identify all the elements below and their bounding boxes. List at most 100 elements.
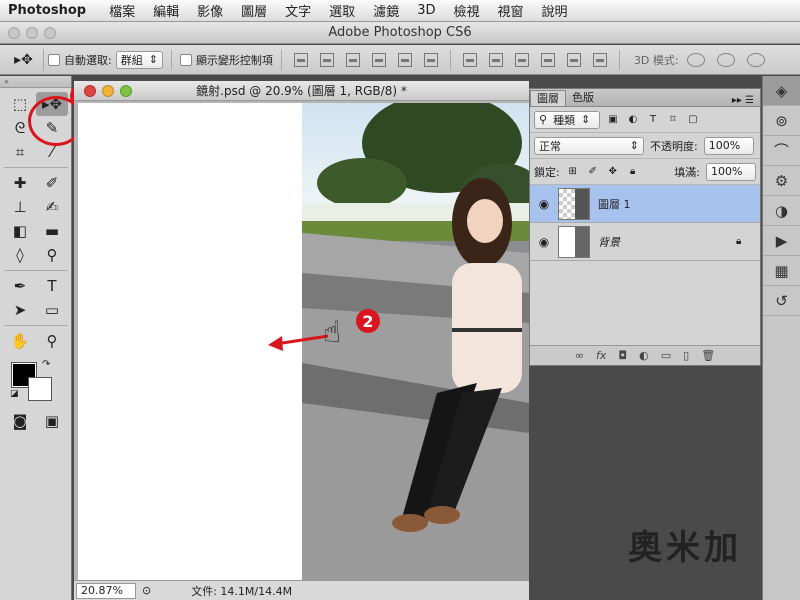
filter-adjust-icon[interactable]: ◐ [626, 114, 640, 126]
menu-filter[interactable]: 濾鏡 [364, 1, 408, 20]
distribute-right-icon[interactable] [592, 52, 607, 67]
history-panel-icon[interactable]: ↺ [763, 286, 800, 316]
rectangle-tool-icon[interactable]: ▭ [36, 298, 68, 322]
auto-select-checkbox[interactable]: 自動選取: [48, 52, 112, 68]
3d-pan-icon[interactable] [746, 52, 765, 67]
swap-colors-icon[interactable]: ↷ [42, 359, 50, 370]
menu-file[interactable]: 檔案 [100, 1, 144, 20]
eraser-tool-icon[interactable]: ◧ [4, 219, 36, 243]
layers-panel-icon[interactable]: ◈ [763, 76, 800, 106]
properties-panel-icon[interactable]: ⚙ [763, 166, 800, 196]
type-tool-icon[interactable]: T [36, 274, 68, 298]
align-left-icon[interactable] [371, 52, 386, 67]
visibility-eye-icon[interactable]: ◉ [530, 197, 558, 211]
new-group-icon[interactable]: ▭ [661, 349, 671, 362]
3d-roll-icon[interactable] [716, 52, 735, 67]
quick-mask-icon[interactable]: ◙ [4, 409, 36, 433]
menu-layer[interactable]: 圖層 [232, 1, 276, 20]
clone-stamp-tool-icon[interactable]: ⊥ [4, 195, 36, 219]
fx-icon[interactable]: fx [596, 349, 606, 362]
lock-all-icon[interactable]: 🔒︎ [626, 166, 640, 178]
menu-3d[interactable]: 3D [408, 3, 444, 18]
filter-shape-icon[interactable]: ⌑ [666, 114, 680, 126]
distribute-vcenter-icon[interactable] [488, 52, 503, 67]
minimize-button[interactable] [26, 27, 38, 39]
menu-edit[interactable]: 編輯 [144, 1, 188, 20]
panel-grip[interactable]: » [0, 76, 71, 88]
hand-tool-icon[interactable]: ✋ [4, 329, 36, 353]
panel-menu-icon[interactable]: ▸▸ ☰ [726, 95, 760, 106]
menu-select[interactable]: 選取 [320, 1, 364, 20]
screen-mode-icon[interactable]: ▣ [36, 409, 68, 433]
menu-type[interactable]: 文字 [276, 1, 320, 20]
checkbox-icon[interactable] [48, 53, 60, 66]
distribute-top-icon[interactable] [462, 52, 477, 67]
move-tool-preset-icon[interactable]: ▸✥ [4, 48, 44, 71]
menu-view[interactable]: 檢視 [444, 1, 488, 20]
fill-field[interactable]: 100% [706, 162, 756, 181]
tab-channels[interactable]: 色版 [566, 90, 600, 106]
distribute-hcenter-icon[interactable] [566, 52, 581, 67]
actions-panel-icon[interactable]: ▶ [763, 226, 800, 256]
layer-name[interactable]: 圖層 1 [598, 196, 760, 212]
menu-help[interactable]: 說明 [533, 1, 577, 20]
filter-pixel-icon[interactable]: ▣ [606, 114, 620, 126]
gradient-tool-icon[interactable]: ▬ [36, 219, 68, 243]
status-menu-icon[interactable]: ⊙ [142, 584, 151, 597]
zoom-tool-icon[interactable]: ⚲ [36, 329, 68, 353]
add-mask-icon[interactable]: ◘ [618, 349, 627, 362]
distribute-bottom-icon[interactable] [514, 52, 529, 67]
filter-type-icon[interactable]: T [646, 114, 660, 126]
menu-window[interactable]: 視窗 [489, 1, 533, 20]
menu-image[interactable]: 影像 [188, 1, 232, 20]
channels-panel-icon[interactable]: ⊚ [763, 106, 800, 136]
close-button[interactable] [8, 27, 20, 39]
canvas[interactable]: ☝ 2 [78, 103, 529, 580]
align-vcenter-icon[interactable] [319, 52, 334, 67]
zoom-level-field[interactable]: 20.87% [76, 582, 136, 599]
checkbox-icon[interactable] [179, 53, 192, 66]
dodge-tool-icon[interactable]: ⚲ [36, 243, 68, 267]
doc-minimize-button[interactable] [102, 85, 114, 97]
layer-row[interactable]: ◉ 圖層 1 [530, 185, 760, 223]
auto-select-dropdown[interactable]: 群組 ⇕ [115, 50, 163, 69]
align-right-icon[interactable] [423, 52, 438, 67]
tab-layers[interactable]: 圖層 [530, 90, 566, 106]
blur-tool-icon[interactable]: ◊ [4, 243, 36, 267]
background-color-swatch[interactable] [28, 377, 52, 401]
lock-image-icon[interactable]: ✐ [586, 166, 600, 178]
zoom-button[interactable] [44, 27, 56, 39]
visibility-eye-icon[interactable]: ◉ [530, 235, 558, 249]
crop-tool-icon[interactable]: ⌗ [4, 140, 36, 164]
adjustment-layer-icon[interactable]: ◐ [639, 349, 649, 362]
layer-name[interactable]: 背景 [598, 234, 736, 250]
filter-smart-icon[interactable]: ▢ [686, 114, 700, 126]
lock-transparent-icon[interactable]: ⊞ [566, 166, 580, 178]
link-layers-icon[interactable]: ∞ [575, 349, 584, 362]
trash-icon[interactable]: 🗑︎ [701, 349, 715, 362]
swatches-panel-icon[interactable]: ▦ [763, 256, 800, 286]
doc-zoom-button[interactable] [120, 85, 132, 97]
blend-mode-dropdown[interactable]: 正常 ⇕ [534, 136, 644, 155]
paths-panel-icon[interactable]: ⌒ [763, 136, 800, 166]
layer-row[interactable]: ◉ 背景 🔒︎ [530, 223, 760, 261]
history-brush-tool-icon[interactable]: ✍ [36, 195, 68, 219]
align-top-icon[interactable] [293, 52, 308, 67]
new-layer-icon[interactable]: ▯ [683, 349, 689, 362]
3d-orbit-icon[interactable] [686, 52, 705, 67]
healing-brush-tool-icon[interactable]: ✚ [4, 171, 36, 195]
layer-filter-dropdown[interactable]: ⚲ 種類 ⇕ [534, 110, 600, 129]
distribute-left-icon[interactable] [540, 52, 555, 67]
show-transform-checkbox[interactable]: 顯示變形控制項 [179, 52, 273, 68]
brush-tool-icon[interactable]: ✐ [36, 171, 68, 195]
opacity-field[interactable]: 100% [703, 136, 754, 155]
default-colors-icon[interactable]: ◪ [10, 389, 19, 399]
align-hcenter-icon[interactable] [397, 52, 412, 67]
pen-tool-icon[interactable]: ✒ [4, 274, 36, 298]
app-menu[interactable]: Photoshop [0, 3, 100, 18]
adjustments-panel-icon[interactable]: ◑ [763, 196, 800, 226]
align-bottom-icon[interactable] [345, 52, 360, 67]
lock-position-icon[interactable]: ✥ [606, 166, 620, 178]
doc-close-button[interactable] [84, 85, 96, 97]
path-selection-tool-icon[interactable]: ➤ [4, 298, 36, 322]
